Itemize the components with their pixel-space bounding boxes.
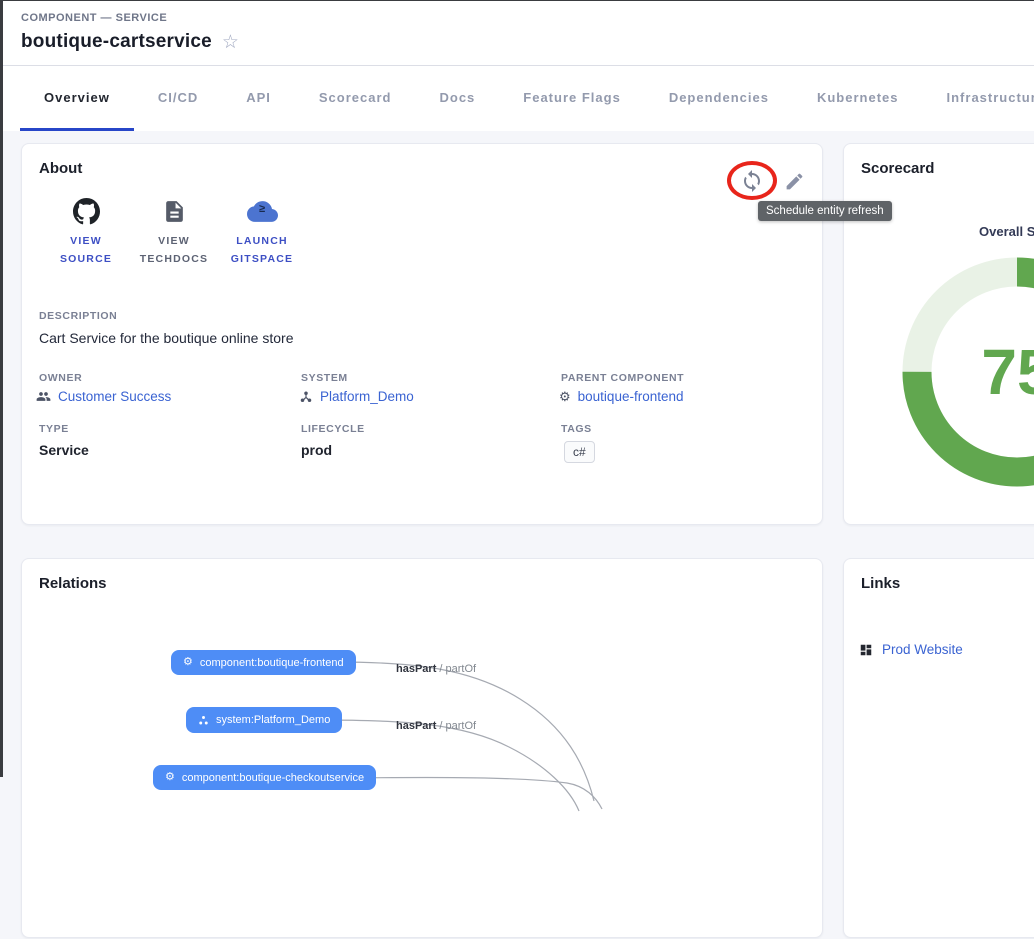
view-techdocs-label-2: TECHDOCS xyxy=(140,253,209,265)
score-donut: 75 xyxy=(887,242,1034,502)
window-edge-top xyxy=(0,0,1034,1)
owner-link[interactable]: Customer Success xyxy=(36,389,171,404)
page-title: boutique-cartservice xyxy=(21,31,212,53)
breadcrumb: COMPONENT — SERVICE xyxy=(21,12,167,24)
sync-icon xyxy=(740,169,764,193)
window-edge-left xyxy=(0,0,3,777)
tab-bar: Overview CI/CD API Scorecard Docs Featur… xyxy=(0,66,1034,131)
favorite-star-icon[interactable]: ☆ xyxy=(222,33,239,52)
owner-value: Customer Success xyxy=(58,389,171,404)
tag-chip-csharp[interactable]: c# xyxy=(564,441,595,463)
entity-header: COMPONENT — SERVICE boutique-cartservice… xyxy=(0,0,1034,66)
view-source-label-2: SOURCE xyxy=(60,253,112,265)
about-card: About Schedule entity refresh VIEWSOURCE… xyxy=(21,143,823,525)
tags-label: TAGS xyxy=(561,423,592,435)
description-value: Cart Service for the boutique online sto… xyxy=(39,330,293,346)
relation-node-boutique-checkoutservice[interactable]: ⚙ component:boutique-checkoutservice xyxy=(153,765,376,790)
system-value: Platform_Demo xyxy=(320,389,414,404)
system-icon xyxy=(198,715,209,726)
links-card-title: Links xyxy=(861,575,900,592)
about-card-title: About xyxy=(39,160,82,177)
view-source-button[interactable]: VIEW SOURCE xyxy=(42,196,130,269)
relations-card-title: Relations xyxy=(39,575,107,592)
type-label: TYPE xyxy=(39,423,69,435)
about-actions: VIEW SOURCE VIEW TECHDOCS ≥ LAUNCH GITSPACE xyxy=(42,196,306,269)
prod-website-link[interactable]: Prod Website xyxy=(859,642,963,657)
launch-gitspace-label-1: LAUNCH xyxy=(236,235,288,247)
tab-docs[interactable]: Docs xyxy=(415,66,499,131)
parent-component-label: PARENT COMPONENT xyxy=(561,372,684,384)
relations-card: Relations ⚙ component:boutique-frontend … xyxy=(21,558,823,938)
pencil-icon xyxy=(784,171,805,192)
lifecycle-label: LIFECYCLE xyxy=(301,423,365,435)
description-label: DESCRIPTION xyxy=(39,310,117,322)
component-gear-icon: ⚙ xyxy=(559,390,571,403)
gitspace-cloud-icon: ≥ xyxy=(247,196,278,226)
edge-label-haspart-partof: hasPart / partOf xyxy=(396,663,476,675)
system-label: SYSTEM xyxy=(301,372,348,384)
owner-label: OWNER xyxy=(39,372,82,384)
view-techdocs-button[interactable]: VIEW TECHDOCS xyxy=(130,196,218,269)
score-value: 75 xyxy=(981,336,1034,408)
tab-cicd[interactable]: CI/CD xyxy=(134,66,222,131)
tooltip-schedule-entity-refresh: Schedule entity refresh xyxy=(758,201,892,221)
relation-node-label: component:boutique-frontend xyxy=(200,657,344,669)
prod-website-label: Prod Website xyxy=(882,642,963,657)
view-source-label-1: VIEW xyxy=(70,235,102,247)
group-icon xyxy=(36,389,51,404)
relation-node-platform-demo[interactable]: system:Platform_Demo xyxy=(186,707,342,733)
tab-infrastructure[interactable]: Infrastructure xyxy=(923,66,1034,131)
tab-overview[interactable]: Overview xyxy=(20,66,134,131)
tab-feature-flags[interactable]: Feature Flags xyxy=(499,66,645,131)
component-gear-icon: ⚙ xyxy=(183,657,193,668)
edge-label-haspart-partof: hasPart / partOf xyxy=(396,720,476,732)
tab-scorecard[interactable]: Scorecard xyxy=(295,66,416,131)
parent-component-value: boutique-frontend xyxy=(578,389,684,404)
links-card: Links Prod Website xyxy=(843,558,1034,938)
tab-api[interactable]: API xyxy=(222,66,295,131)
scorecard-card-title: Scorecard xyxy=(861,160,934,177)
relation-node-label: component:boutique-checkoutservice xyxy=(182,772,364,784)
view-techdocs-label-1: VIEW xyxy=(158,235,190,247)
overall-score-label: Overall Score xyxy=(979,224,1034,239)
relation-node-label: system:Platform_Demo xyxy=(216,714,330,726)
system-icon xyxy=(299,390,313,404)
relations-graph-edges xyxy=(22,559,824,939)
gitspace-prompt-glyph: ≥ xyxy=(259,203,265,215)
dashboard-grid-icon xyxy=(859,643,873,657)
lifecycle-value: prod xyxy=(301,442,332,458)
edit-button[interactable] xyxy=(784,171,805,192)
system-link[interactable]: Platform_Demo xyxy=(299,389,414,404)
refresh-button[interactable] xyxy=(740,169,764,193)
component-gear-icon: ⚙ xyxy=(165,772,175,783)
github-icon xyxy=(73,196,100,226)
relation-node-boutique-frontend[interactable]: ⚙ component:boutique-frontend xyxy=(171,650,356,675)
type-value: Service xyxy=(39,442,89,458)
launch-gitspace-label-2: GITSPACE xyxy=(231,253,294,265)
tab-kubernetes[interactable]: Kubernetes xyxy=(793,66,923,131)
launch-gitspace-button[interactable]: ≥ LAUNCH GITSPACE xyxy=(218,196,306,269)
parent-component-link[interactable]: ⚙ boutique-frontend xyxy=(559,389,684,404)
techdocs-document-icon xyxy=(162,196,187,226)
tab-dependencies[interactable]: Dependencies xyxy=(645,66,793,131)
